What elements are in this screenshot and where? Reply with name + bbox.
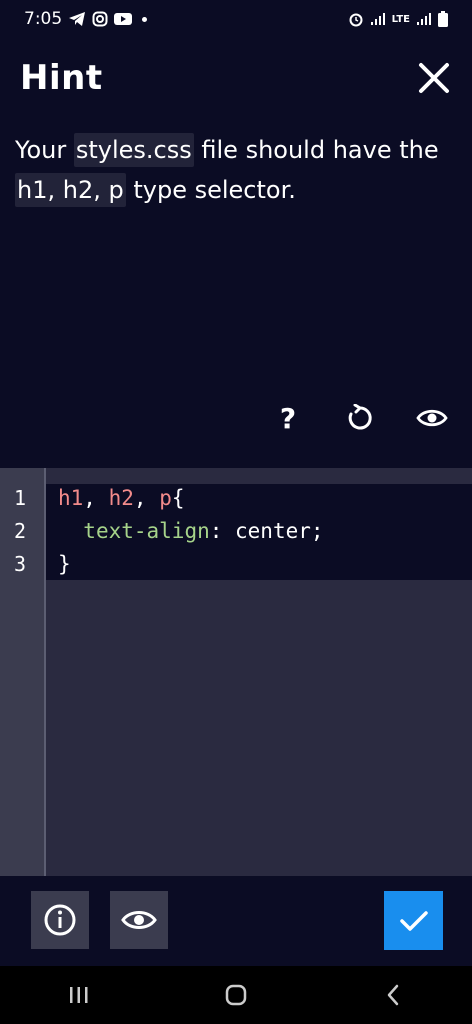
line-number: 3 — [13, 552, 27, 576]
code-editor[interactable]: 1 2 3 h1, h2, p{ text-align: center; } — [0, 468, 472, 876]
info-button[interactable] — [31, 891, 89, 949]
back-icon — [388, 984, 399, 1006]
line-number: 1 — [13, 486, 27, 510]
status-time: 7:05 — [24, 9, 63, 29]
help-button[interactable]: ? — [266, 396, 310, 440]
home-icon — [225, 984, 247, 1006]
code-token-selector: p — [159, 486, 172, 510]
code-content[interactable]: h1, h2, p{ text-align: center; } — [46, 484, 472, 580]
close-icon — [419, 63, 449, 93]
notification-dot — [142, 16, 148, 22]
alarm-icon — [348, 11, 364, 27]
page-title: Hint — [20, 58, 103, 98]
code-line-1[interactable]: h1, h2, p{ — [58, 486, 185, 510]
instagram-icon — [92, 11, 108, 27]
telegram-icon — [68, 11, 86, 27]
hint-text-part: type selector. — [125, 176, 296, 204]
back-button[interactable] — [363, 975, 423, 1015]
bottom-toolbar — [0, 876, 472, 966]
question-icon: ? — [279, 401, 297, 435]
check-icon — [399, 910, 428, 931]
code-token-selector: h1 — [58, 486, 84, 510]
lte-icon: LTE — [391, 13, 410, 25]
hint-text-part: file should have the — [193, 136, 439, 164]
reset-button[interactable] — [338, 396, 382, 440]
hint-text-part: Your — [15, 136, 74, 164]
eye-icon — [416, 409, 448, 427]
code-token-selector: h2 — [108, 486, 134, 510]
line-number: 2 — [13, 519, 27, 543]
code-token-value: : center; — [209, 519, 324, 543]
line-number-gutter: 1 2 3 — [0, 468, 46, 876]
code-token-punct: , — [83, 486, 109, 510]
hint-actions: ? — [266, 396, 454, 440]
status-left: 7:05 — [24, 9, 148, 29]
home-button[interactable] — [206, 975, 266, 1015]
info-icon — [44, 904, 76, 936]
preview-button[interactable] — [110, 891, 168, 949]
system-nav-bar — [0, 966, 472, 1024]
inline-code-filename: styles.css — [73, 133, 194, 167]
code-token-punct: { — [171, 486, 185, 510]
hint-header: Hint — [0, 50, 472, 106]
hint-message: Your styles.css file should have the h1,… — [15, 130, 455, 210]
recent-apps-icon — [69, 987, 88, 1003]
status-bar: 7:05 LTE — [0, 0, 472, 38]
battery-icon — [438, 11, 448, 27]
code-token-punct: , — [133, 486, 160, 510]
code-token-property: text-align — [83, 519, 210, 543]
reset-icon — [348, 404, 372, 430]
status-right: LTE — [348, 11, 448, 27]
signal-icon — [370, 12, 386, 26]
submit-button[interactable] — [384, 891, 443, 950]
code-line-3[interactable]: } — [58, 552, 71, 576]
signal-icon-2 — [416, 12, 432, 26]
code-line-2[interactable]: text-align: center; — [58, 519, 324, 543]
code-token-punct: } — [58, 552, 71, 576]
reveal-answer-button[interactable] — [410, 396, 454, 440]
inline-code-selector: h1, h2, p — [15, 173, 126, 207]
youtube-icon — [114, 12, 133, 26]
close-button[interactable] — [414, 58, 454, 98]
eye-icon — [121, 911, 157, 929]
recent-apps-button[interactable] — [49, 975, 109, 1015]
